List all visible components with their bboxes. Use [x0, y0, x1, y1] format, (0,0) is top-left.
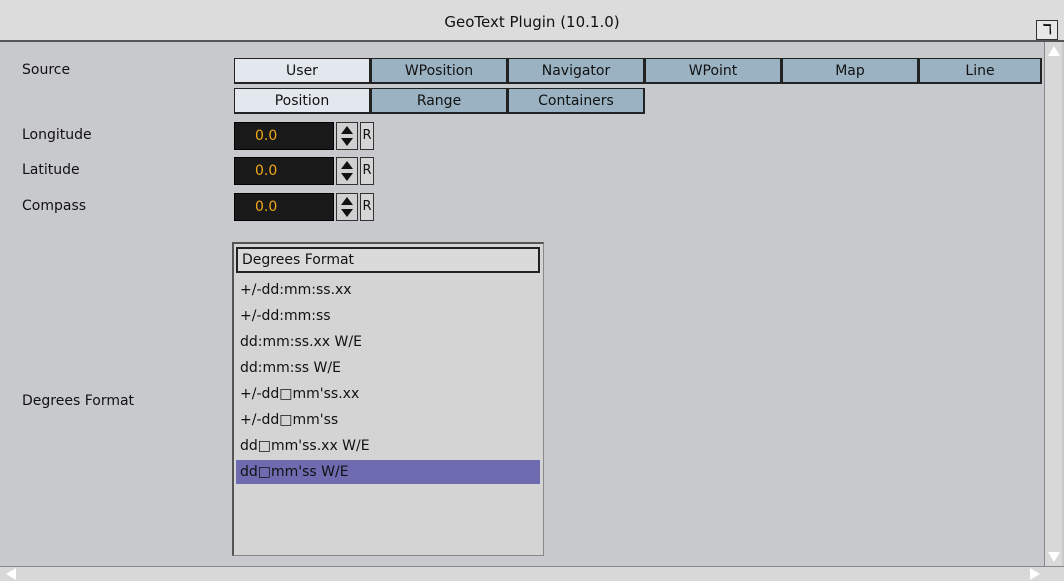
subtab-position[interactable]: Position	[234, 88, 371, 114]
list-item[interactable]: +/-dd:mm:ss.xx	[236, 278, 540, 302]
title-bar: GeoText Plugin (10.1.0) ℸ	[0, 0, 1064, 42]
compass-reset-button[interactable]: R	[360, 193, 374, 221]
spin-down-icon[interactable]	[341, 173, 353, 181]
spin-down-icon[interactable]	[341, 138, 353, 146]
tab-wpoint[interactable]: WPoint	[645, 58, 782, 84]
latitude-field[interactable]: 0.0	[234, 157, 334, 185]
horizontal-scrollbar[interactable]	[0, 566, 1064, 581]
source-label: Source	[22, 62, 71, 78]
tab-navigator[interactable]: Navigator	[508, 58, 645, 84]
list-header: Degrees Format	[236, 247, 540, 273]
subtab-range[interactable]: Range	[371, 88, 508, 114]
latitude-reset-button[interactable]: R	[360, 157, 374, 185]
scroll-left-icon[interactable]	[6, 568, 16, 580]
compass-spinner[interactable]	[336, 193, 358, 221]
list-item[interactable]: +/-dd□mm'ss	[236, 408, 540, 432]
window-title: GeoText Plugin (10.1.0)	[444, 13, 620, 31]
list-item[interactable]: dd□mm'ss.xx W/E	[236, 434, 540, 458]
longitude-reset-button[interactable]: R	[360, 122, 374, 150]
vertical-scrollbar[interactable]	[1044, 42, 1062, 566]
scroll-right-icon[interactable]	[1030, 568, 1040, 580]
list-item[interactable]: dd:mm:ss W/E	[236, 356, 540, 380]
list-item[interactable]: +/-dd□mm'ss.xx	[236, 382, 540, 406]
longitude-spinner[interactable]	[336, 122, 358, 150]
spin-up-icon[interactable]	[341, 161, 353, 169]
degrees-format-list[interactable]: Degrees Format +/-dd:mm:ss.xx +/-dd:mm:s…	[232, 242, 544, 556]
spin-up-icon[interactable]	[341, 126, 353, 134]
spin-down-icon[interactable]	[341, 209, 353, 217]
tab-map[interactable]: Map	[782, 58, 919, 84]
spin-up-icon[interactable]	[341, 197, 353, 205]
scroll-up-icon[interactable]	[1048, 46, 1060, 56]
list-item[interactable]: dd:mm:ss.xx W/E	[236, 330, 540, 354]
plugin-logo-icon[interactable]: ℸ	[1036, 20, 1058, 40]
latitude-label: Latitude	[22, 162, 80, 178]
plugin-panel: Source User WPosition Navigator WPoint M…	[10, 42, 1042, 566]
longitude-label: Longitude	[22, 127, 92, 143]
longitude-field[interactable]: 0.0	[234, 122, 334, 150]
list-item[interactable]: +/-dd:mm:ss	[236, 304, 540, 328]
compass-label: Compass	[22, 198, 87, 214]
scroll-down-icon[interactable]	[1048, 552, 1060, 562]
tab-wposition[interactable]: WPosition	[371, 58, 508, 84]
latitude-spinner[interactable]	[336, 157, 358, 185]
compass-field[interactable]: 0.0	[234, 193, 334, 221]
tab-line[interactable]: Line	[919, 58, 1042, 84]
subtab-containers[interactable]: Containers	[508, 88, 645, 114]
degrees-format-label: Degrees Format	[22, 393, 135, 409]
list-item-selected[interactable]: dd□mm'ss W/E	[236, 460, 540, 484]
tab-user[interactable]: User	[234, 58, 371, 84]
